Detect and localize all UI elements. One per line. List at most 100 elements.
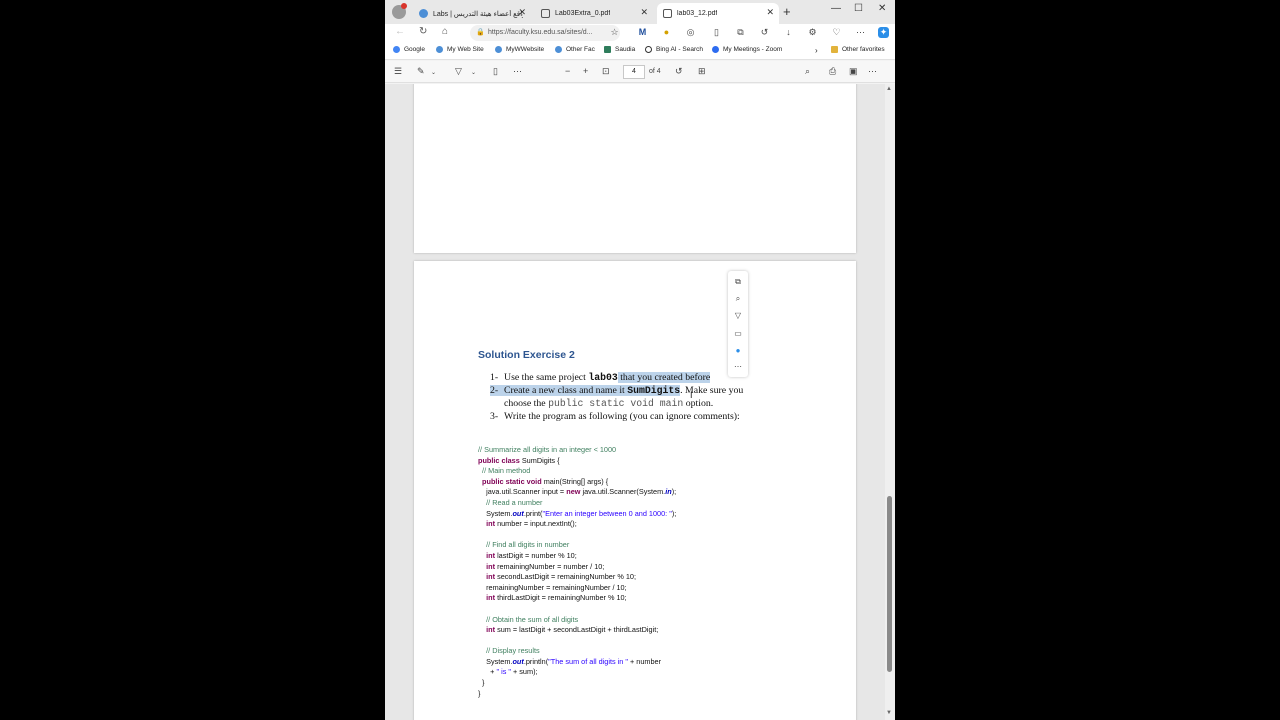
code-line: // Find all digits in number: [478, 540, 676, 551]
extension-lock-icon[interactable]: ●: [661, 27, 672, 38]
scroll-up-icon[interactable]: ▲: [886, 86, 892, 92]
fav-saudia[interactable]: Saudia: [604, 46, 635, 53]
copilot-icon[interactable]: ●: [733, 346, 743, 356]
fav-my-web-site[interactable]: My Web Site: [436, 46, 484, 53]
print-icon[interactable]: ⎙: [829, 66, 836, 77]
code-token: public class: [478, 455, 522, 465]
code-line: }: [478, 689, 676, 700]
fav-other-fac[interactable]: Other Fac: [555, 46, 595, 53]
fav-mywwebsite[interactable]: MyWWebsite: [495, 46, 544, 53]
close-tab-icon[interactable]: ✕: [640, 7, 648, 18]
copilot-icon[interactable]: ✦: [878, 27, 889, 38]
code-token: remainingNumber = number / 10;: [497, 561, 605, 571]
read-aloud-icon[interactable]: ▯: [493, 66, 498, 77]
code-line: int lastDigit = number % 10;: [478, 551, 676, 562]
close-tab-icon[interactable]: ✕: [766, 7, 774, 18]
fav-label: Google: [404, 46, 425, 53]
code-token: number = input.nextInt();: [497, 519, 577, 529]
close-tab-icon[interactable]: ✕: [518, 7, 526, 18]
download-icon[interactable]: ↓: [783, 27, 794, 38]
tab-lab03-12[interactable]: lab03_12.pdf ✕: [657, 3, 779, 24]
fav-label: My Meetings - Zoom: [723, 46, 783, 53]
favorite-star-icon[interactable]: ☆: [609, 27, 620, 38]
split-screen-icon[interactable]: ▯: [711, 27, 722, 38]
home-icon[interactable]: ⌂: [442, 26, 448, 37]
history-icon[interactable]: ↺: [759, 27, 770, 38]
comment-icon[interactable]: ▭: [733, 329, 743, 339]
back-icon[interactable]: ←: [395, 26, 405, 37]
address-bar-row: ← ↻ ⌂ 🔒 https://faculty.ksu.edu.sa/sites…: [385, 24, 895, 42]
collections-icon[interactable]: ⧉: [735, 27, 746, 38]
more-icon[interactable]: ⋯: [868, 66, 877, 77]
fit-page-icon[interactable]: ⊡: [602, 66, 610, 77]
maximize-icon[interactable]: ☐: [854, 3, 863, 14]
code-token: sum = lastDigit + secondLastDigit + thir…: [497, 625, 659, 635]
address-input[interactable]: 🔒 https://faculty.ksu.edu.sa/sites/d...: [470, 25, 620, 41]
tab-labs[interactable]: Labs | مواقع أعضاء هيئة التدريس ✕: [413, 3, 531, 24]
browser-essentials-icon[interactable]: ♡: [831, 27, 842, 38]
code-token: main(String[] args) {: [543, 476, 609, 486]
highlight-icon[interactable]: ▽: [455, 66, 462, 77]
more-tools-icon[interactable]: ⋯: [513, 66, 522, 77]
more-icon[interactable]: ⋯: [855, 27, 866, 38]
contents-icon[interactable]: ☰: [394, 66, 402, 77]
step-text-selected: that you created before: [617, 372, 711, 383]
chevron-down-icon[interactable]: ⌄: [431, 69, 436, 76]
code-line: // Summarize all digits in an integer < …: [478, 445, 676, 456]
step-text: option.: [683, 398, 714, 409]
new-tab-icon[interactable]: +: [783, 4, 791, 19]
chevron-right-icon[interactable]: ›: [815, 46, 818, 55]
pdf-viewer[interactable]: Solution Exercise 2 1- Use the same proje…: [385, 84, 895, 720]
zoom-out-icon[interactable]: −: [565, 66, 570, 76]
code-line: int thirdLastDigit = remainingNumber % 1…: [478, 593, 676, 604]
chevron-down-icon[interactable]: ⌄: [471, 69, 476, 76]
code-token: }: [478, 678, 485, 688]
draw-icon[interactable]: ✎: [417, 66, 425, 77]
fav-google[interactable]: Google: [393, 46, 425, 53]
scrollbar-thumb[interactable]: [887, 496, 892, 672]
fav-zoom[interactable]: My Meetings - Zoom: [712, 46, 782, 53]
step-text-selected: Create a new class and name it: [504, 385, 628, 396]
code-token: out: [512, 656, 524, 666]
page-view-icon[interactable]: ⊞: [698, 66, 706, 77]
code-line: public static void main(String[] args) {: [478, 477, 676, 488]
extension-icon[interactable]: ◎: [685, 27, 696, 38]
code-token: int: [478, 572, 498, 582]
page-number-input[interactable]: 4: [623, 65, 645, 79]
code-token: new: [566, 487, 583, 497]
save-icon[interactable]: ▣: [849, 66, 858, 77]
text-cursor-icon: I: [690, 390, 693, 400]
search-icon[interactable]: ⌕: [733, 294, 743, 304]
code-token: }: [478, 688, 481, 698]
code-token: System.: [478, 656, 513, 666]
refresh-icon[interactable]: ↻: [419, 26, 427, 37]
tab-lab03extra[interactable]: Lab03Extra_0.pdf ✕: [535, 3, 653, 24]
minimize-icon[interactable]: —: [831, 3, 841, 14]
scroll-down-icon[interactable]: ▼: [886, 710, 892, 716]
notification-dot: [401, 3, 407, 9]
close-window-icon[interactable]: ✕: [878, 3, 886, 14]
code-token: lastDigit = number % 10;: [497, 550, 577, 560]
extensions-icon[interactable]: ⚙: [807, 27, 818, 38]
code-token: // Summarize all digits in an integer < …: [478, 445, 617, 454]
step-text: Use the same project: [504, 372, 589, 383]
search-icon: [645, 46, 652, 53]
code-listing: // Summarize all digits in an integer < …: [478, 445, 676, 699]
step-code: public static void main: [548, 398, 684, 409]
rotate-icon[interactable]: ↺: [675, 66, 683, 77]
fav-label: Other favorites: [842, 46, 885, 53]
section-heading: Solution Exercise 2: [478, 349, 575, 361]
tab-title: Lab03Extra_0.pdf: [555, 10, 611, 17]
copy-icon[interactable]: ⧉: [733, 277, 743, 287]
fav-other-favorites[interactable]: Other favorites: [831, 46, 885, 53]
code-line: [478, 636, 676, 647]
highlight-icon[interactable]: ▽: [733, 311, 743, 321]
code-token: int: [478, 593, 498, 603]
find-icon[interactable]: ⌕: [805, 66, 810, 77]
code-line: }: [478, 678, 676, 689]
more-icon[interactable]: ⋯: [733, 362, 743, 372]
fav-bing-ai[interactable]: Bing AI - Search: [645, 46, 703, 53]
zoom-in-icon[interactable]: +: [583, 66, 588, 76]
extension-m-icon[interactable]: M: [637, 27, 648, 38]
